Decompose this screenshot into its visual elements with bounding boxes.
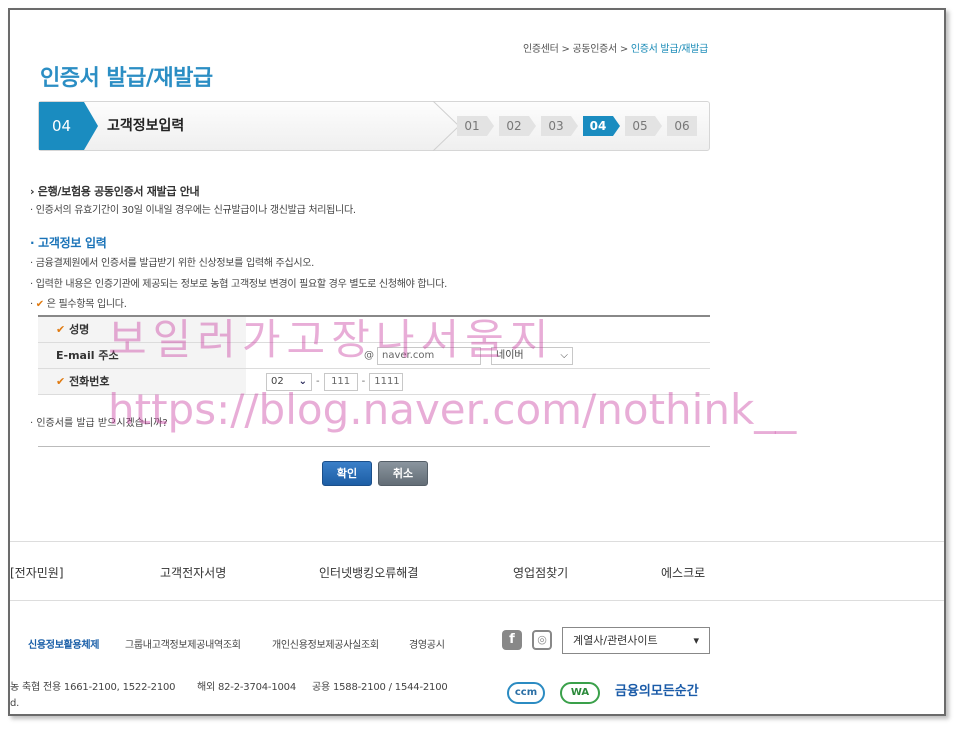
- browser-frame: 인증센터 > 공동인증서 > 인증서 발급/재발급 인증서 발급/재발급 04 …: [8, 8, 946, 716]
- breadcrumb-separator: >: [619, 44, 628, 55]
- phone-dash: -: [316, 376, 320, 387]
- cancel-button[interactable]: 취소: [378, 461, 428, 486]
- chevron-down-icon: ⌵: [560, 349, 568, 361]
- footer-link-group[interactable]: 그룹내고객정보제공내역조회: [125, 636, 241, 651]
- chevron-down-icon: ⌄: [298, 375, 307, 387]
- phone-dash: -: [361, 376, 366, 387]
- check-icon: ✔: [35, 299, 44, 310]
- caret-down-icon: ▾: [693, 634, 699, 647]
- check-icon: ✔: [56, 375, 66, 388]
- email-domain-input[interactable]: naver.com: [377, 346, 481, 365]
- footer-nav-escrow[interactable]: 에스크로: [661, 564, 705, 581]
- copyright-fragment: d.: [10, 698, 20, 709]
- check-icon: ✔: [56, 323, 66, 336]
- step-01: 01: [457, 116, 494, 136]
- step-02: 02: [499, 116, 536, 136]
- current-step-number: 04: [39, 102, 84, 150]
- notice-line: · 인증서의 유효기간이 30일 이내일 경우에는 신규발급이나 갱신발급 처리…: [30, 205, 356, 216]
- phone-prefix-select[interactable]: 02 ⌄: [266, 372, 312, 391]
- footer-link-disclosure[interactable]: 경영공시: [409, 636, 445, 651]
- current-step-label: 고객정보입력: [107, 118, 185, 134]
- customer-line-1: · 금융결제원에서 인증서를 발급받기 위한 신상정보를 입력해 주십시오.: [30, 258, 315, 269]
- email-at-sign: @: [364, 350, 374, 361]
- footer-nav-e-signature[interactable]: 고객전자서명: [160, 564, 226, 581]
- page-title: 인증서 발급/재발급: [40, 66, 213, 91]
- customer-info-form: ✔ 성명 E-mail 주소 @ naver.com 네이버 ⌵ ✔ 전화번호 …: [38, 315, 710, 395]
- breadcrumb-item-cert[interactable]: 공동인증서: [572, 44, 617, 55]
- breadcrumb-current: 인증서 발급/재발급: [630, 44, 708, 55]
- step-03: 03: [541, 116, 578, 136]
- divider: [38, 446, 710, 447]
- confirm-button[interactable]: 확인: [322, 461, 372, 486]
- footer-nav-civil[interactable]: [전자민원]: [10, 564, 64, 581]
- form-row-name: ✔ 성명: [38, 317, 710, 343]
- footer-nav: [전자민원] 고객전자서명 인터넷뱅킹오류해결 영업점찾기 에스크로: [10, 541, 944, 601]
- phone-mid-input[interactable]: 111: [323, 372, 358, 391]
- step-list: 01 02 03 04 05 06: [457, 116, 709, 136]
- current-step-arrow: [84, 102, 98, 150]
- footer-link-personal[interactable]: 개인신용정보제공사실조회: [272, 636, 379, 651]
- contact-main: 농 축협 전용 1661-2100, 1522-2100: [10, 682, 176, 693]
- breadcrumb-separator: >: [561, 44, 570, 55]
- issue-question: · 인증서를 발급 받으시겠습니까?: [30, 418, 168, 429]
- form-row-phone: ✔ 전화번호 02 ⌄ - 111 - 1111: [38, 369, 710, 395]
- customer-section-title: · 고객정보 입력: [30, 236, 107, 250]
- breadcrumb-item-center[interactable]: 인증센터: [523, 44, 559, 55]
- name-value: [246, 317, 710, 342]
- breadcrumb: 인증센터 > 공동인증서 > 인증서 발급/재발급: [523, 40, 708, 55]
- slogan-logo: 금융의모든순간: [615, 684, 699, 699]
- footer-link-credit[interactable]: 신용정보활용체제: [28, 636, 100, 651]
- family-site-select[interactable]: 계열사/관련사이트 ▾: [562, 627, 710, 654]
- step-04-active: 04: [583, 116, 620, 136]
- facebook-icon[interactable]: f: [502, 630, 522, 650]
- contact-overseas: 해외 82-2-3704-1004: [197, 682, 296, 693]
- ccm-badge-icon: ccm: [507, 682, 545, 704]
- instagram-icon[interactable]: ◎: [532, 630, 552, 650]
- wa-badge-icon: WA: [560, 682, 600, 704]
- notice-title: › 은행/보험용 공동인증서 재발급 안내: [30, 185, 200, 198]
- email-label: E-mail 주소: [38, 343, 246, 368]
- step-05: 05: [625, 116, 662, 136]
- customer-line-2: · 입력한 내용은 인증기관에 제공되는 정보로 농협 고객정보 변경이 필요할…: [30, 279, 447, 290]
- name-label: ✔ 성명: [38, 317, 246, 342]
- phone-label: ✔ 전화번호: [38, 369, 246, 394]
- footer-nav-error-fix[interactable]: 인터넷뱅킹오류해결: [319, 564, 418, 581]
- step-indicator: 04 고객정보입력 01 02 03 04 05 06: [38, 101, 710, 151]
- required-note: · ✔ 은 필수항목 입니다.: [30, 299, 127, 310]
- step-06: 06: [667, 116, 697, 136]
- footer-nav-branch[interactable]: 영업점찾기: [513, 564, 568, 581]
- phone-last-input[interactable]: 1111: [369, 372, 404, 391]
- form-row-email: E-mail 주소 @ naver.com 네이버 ⌵: [38, 343, 710, 369]
- email-domain-select[interactable]: 네이버 ⌵: [491, 346, 573, 365]
- contact-public: 공용 1588-2100 / 1544-2100: [312, 682, 448, 693]
